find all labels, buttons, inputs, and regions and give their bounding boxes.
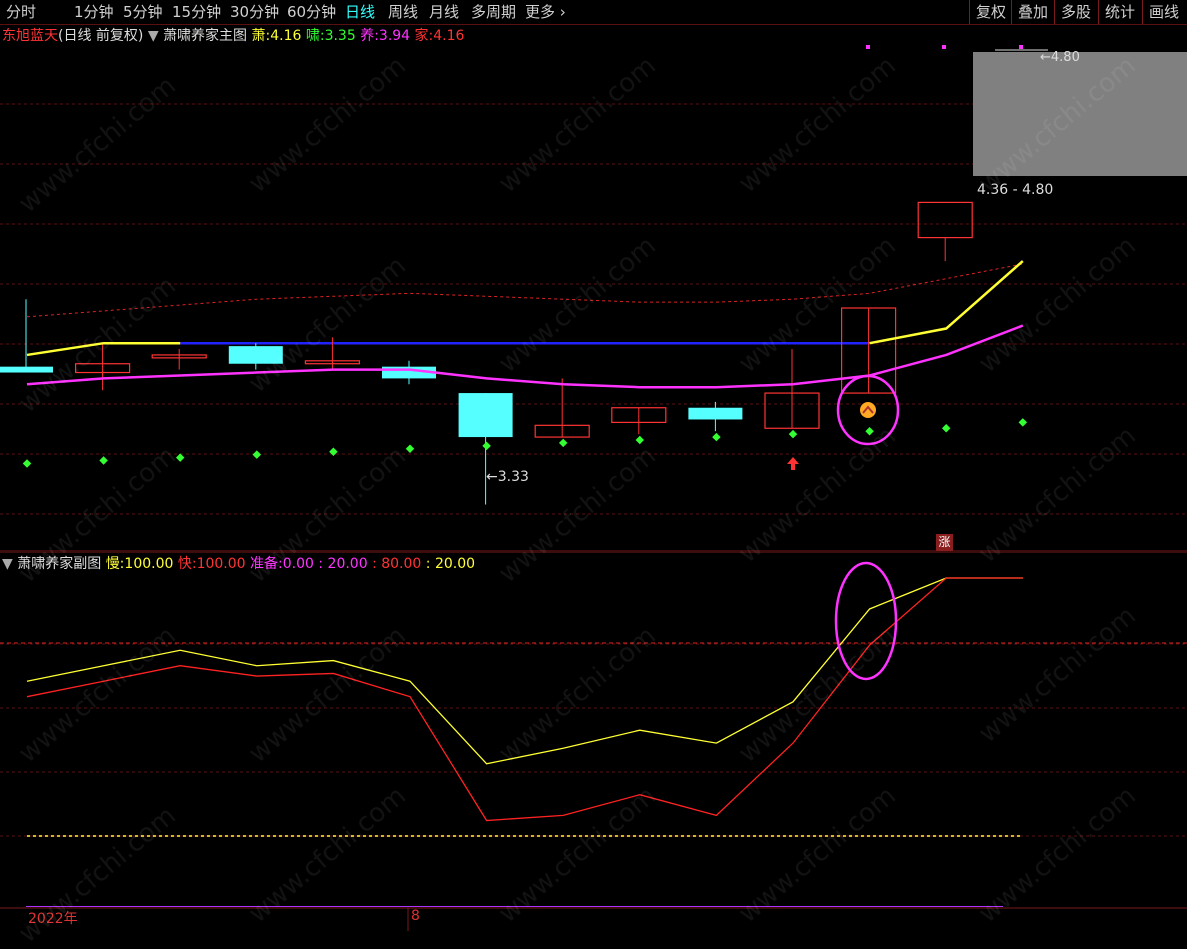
- period-daily[interactable]: 日线: [345, 2, 375, 22]
- green-signal-dot: [22, 459, 32, 468]
- period-monthly[interactable]: 月线: [429, 2, 459, 22]
- magenta-marker: [866, 45, 870, 49]
- main-kline-chart[interactable]: ←4.80 4.36 - 4.80 ←3.33: [0, 24, 1187, 552]
- range-label: 4.36 - 4.80: [977, 182, 1053, 198]
- year-label: 2022年: [28, 911, 78, 927]
- magenta-marker: [1019, 45, 1023, 49]
- period-toolbar: 分时 1分钟 5分钟 15分钟 30分钟 60分钟 日线 周线 月线 多周期 更…: [0, 0, 1187, 25]
- green-signal-dot: [635, 435, 645, 445]
- green-signal-dot: [865, 426, 874, 436]
- fuquan-button[interactable]: 复权: [969, 0, 1012, 24]
- sub-indicator-chart[interactable]: [0, 552, 1187, 906]
- green-signal-dot: [712, 432, 721, 442]
- period-30min[interactable]: 30分钟: [230, 2, 279, 22]
- green-signal-dot: [558, 438, 568, 448]
- chevron-right-icon: ›: [559, 3, 566, 21]
- xiao-line: [26, 341, 181, 357]
- time-axis: [0, 906, 1187, 931]
- green-signal-dot: [175, 453, 185, 462]
- period-1min[interactable]: 1分钟: [74, 2, 114, 22]
- draw-button[interactable]: 画线: [1142, 0, 1185, 24]
- rise-badge: 涨: [936, 534, 953, 551]
- candle-body-up: [917, 201, 973, 239]
- high-price-label: ←4.80: [1040, 50, 1080, 65]
- green-signal-dot: [329, 447, 338, 456]
- buy-arrow-icon: [787, 457, 799, 470]
- magenta-marker: [942, 45, 946, 49]
- yang-line: [26, 324, 1024, 389]
- green-signal-dot: [941, 424, 951, 433]
- candle-body-down: [0, 366, 53, 373]
- green-signal-dot: [482, 441, 491, 451]
- period-5min[interactable]: 5分钟: [123, 2, 163, 22]
- buy-signal-icon: [860, 402, 876, 418]
- stats-button[interactable]: 统计: [1098, 0, 1141, 24]
- candle-body-down: [228, 346, 283, 364]
- low-price-label: ←3.33: [486, 469, 529, 485]
- slow-line: [26, 577, 1023, 765]
- multistock-button[interactable]: 多股: [1054, 0, 1097, 24]
- period-more[interactable]: 更多 ›: [525, 2, 566, 22]
- sub-highlight-circle: [834, 561, 898, 681]
- period-fenshi[interactable]: 分时: [6, 2, 36, 22]
- period-weekly[interactable]: 周线: [388, 2, 418, 22]
- green-signal-dot: [99, 456, 108, 465]
- candle-body-down: [458, 393, 513, 438]
- green-signal-dot: [252, 450, 262, 459]
- period-multi[interactable]: 多周期: [471, 2, 516, 22]
- period-15min[interactable]: 15分钟: [172, 2, 221, 22]
- upper-band-line: [26, 263, 1023, 318]
- green-signal-dot: [405, 444, 415, 454]
- price-range-box: [973, 52, 1187, 176]
- fast-line: [26, 577, 1023, 822]
- period-60min[interactable]: 60分钟: [287, 2, 336, 22]
- xiao-line: [869, 260, 1024, 345]
- month-label: 8: [411, 908, 420, 924]
- green-signal-dot: [788, 429, 798, 439]
- green-signal-dot: [1018, 418, 1028, 427]
- candle-body-down: [688, 407, 743, 420]
- overlay-button[interactable]: 叠加: [1011, 0, 1054, 24]
